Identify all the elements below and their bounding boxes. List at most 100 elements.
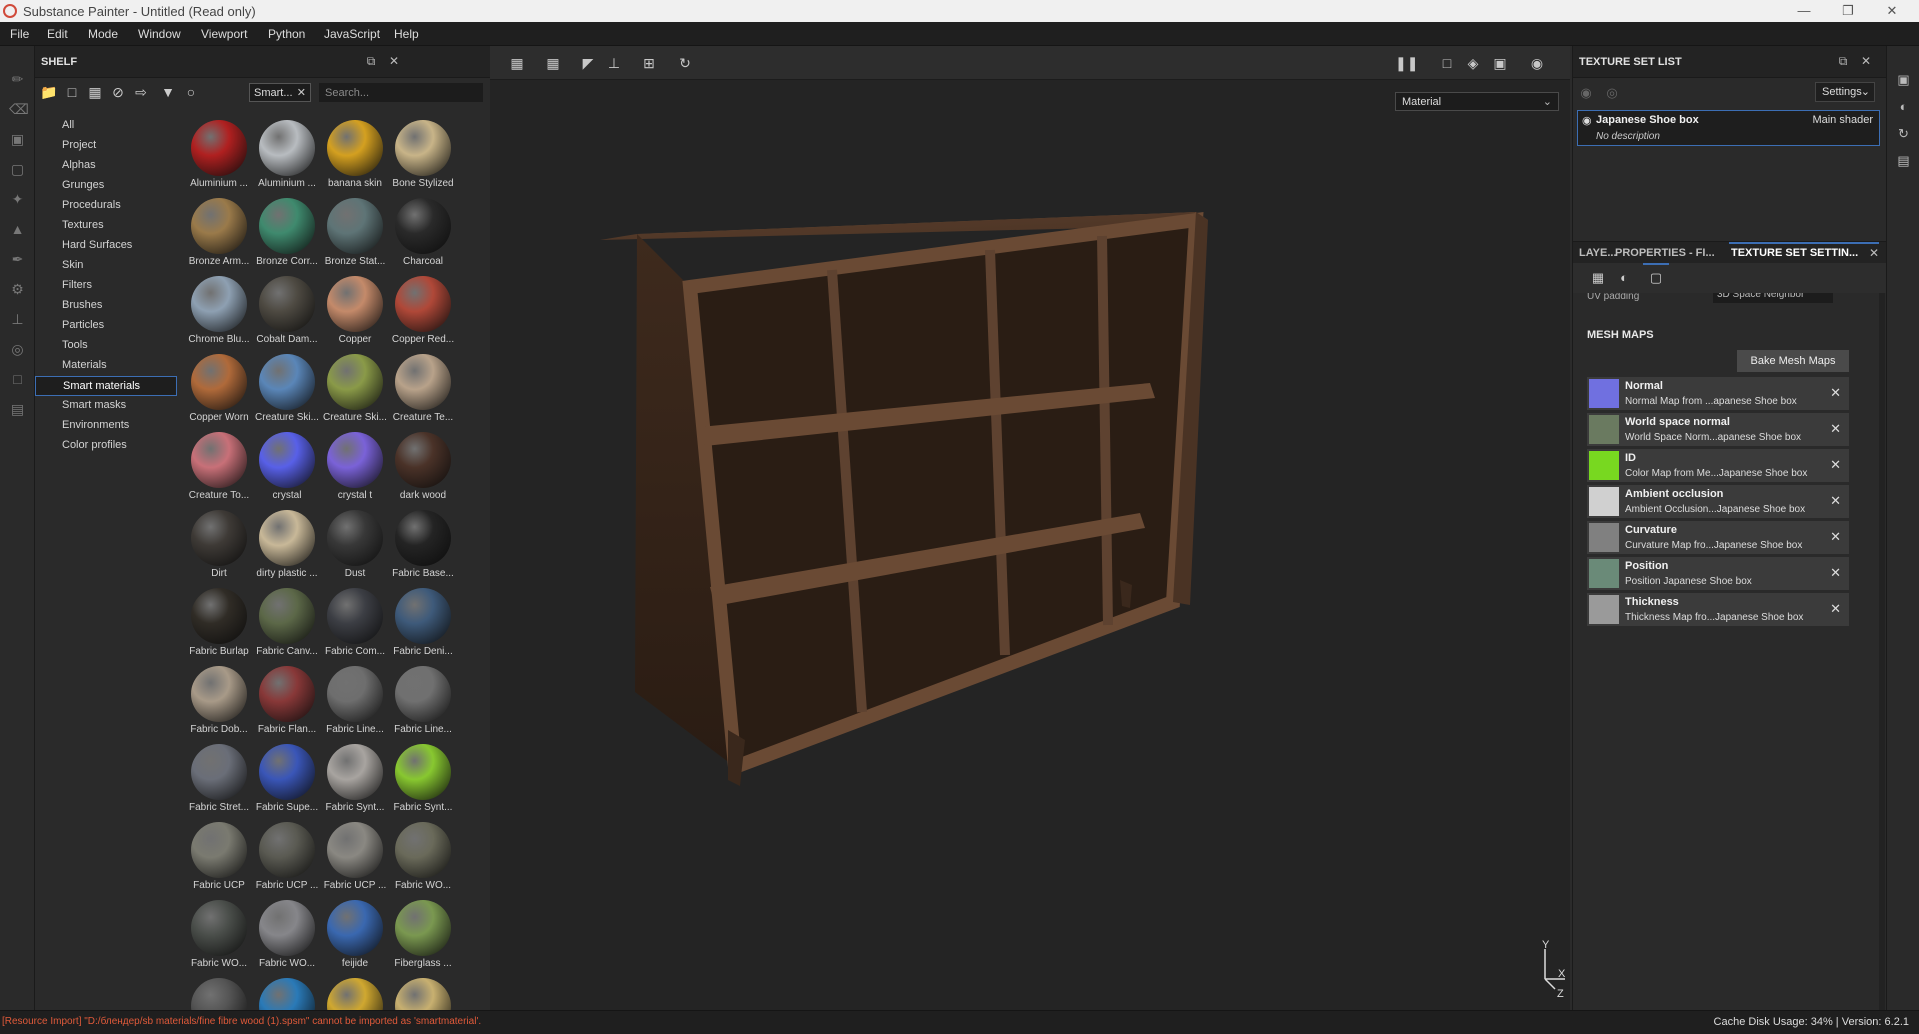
bake-icon[interactable]: ⚙: [9, 281, 26, 298]
smart-material-tile[interactable]: Fabric Burlap: [185, 584, 253, 662]
close-window-button[interactable]: ✕: [1874, 2, 1910, 20]
texture-set-item[interactable]: ◉ Japanese Shoe box Main shader No descr…: [1577, 110, 1880, 146]
remove-map-icon[interactable]: ✕: [1830, 529, 1841, 545]
smart-material-tile[interactable]: Fabric Supe...: [253, 740, 321, 818]
right-panel-scrollbar[interactable]: [1879, 293, 1885, 1010]
smart-material-tile[interactable]: [321, 974, 389, 1010]
menu-help[interactable]: Help: [394, 27, 419, 41]
smart-material-tile[interactable]: Fabric Line...: [321, 662, 389, 740]
color-picker-icon[interactable]: ✒: [9, 251, 26, 268]
remove-map-icon[interactable]: ✕: [1830, 493, 1841, 509]
minimize-button[interactable]: —: [1786, 2, 1822, 20]
smart-material-tile[interactable]: Creature Ski...: [321, 350, 389, 428]
mesh-map-card[interactable]: Thickness Thickness Map fro...Japanese Sh…: [1587, 593, 1849, 626]
smart-material-tile[interactable]: Fabric WO...: [253, 896, 321, 974]
symmetry-icon[interactable]: ◤: [578, 54, 598, 72]
smart-material-tile[interactable]: Fabric Com...: [321, 584, 389, 662]
tab-layers[interactable]: LAYE...: [1579, 247, 1617, 259]
smart-material-tile[interactable]: Aluminium ...: [253, 116, 321, 194]
maximize-button[interactable]: ❐: [1830, 2, 1866, 20]
clone-stamp-icon[interactable]: ▲: [9, 221, 26, 238]
smudge-icon[interactable]: ✦: [9, 191, 26, 208]
grid-mode-icon[interactable]: ▦: [543, 54, 563, 72]
save-icon[interactable]: ▦: [86, 83, 104, 101]
mirror-axis-icon[interactable]: ⊥: [604, 54, 624, 72]
smart-material-tile[interactable]: Bronze Arm...: [185, 194, 253, 272]
close-panel-icon[interactable]: ✕: [1859, 54, 1873, 68]
import-icon[interactable]: ⇨: [132, 83, 150, 101]
texture-set-icon[interactable]: ▦: [1589, 269, 1607, 287]
projection-icon[interactable]: ▣: [9, 131, 26, 148]
viewport-panel[interactable]: ▦ ▦ ◤ ⊥ ⊞ ↻ ❚❚ □ ◈ ▣ ◉ Material ⌄ Y X Z: [490, 46, 1570, 1010]
float-panel-icon[interactable]: ⧉: [364, 54, 378, 68]
3d-view-icon[interactable]: ◈: [1463, 54, 1483, 72]
menu-python[interactable]: Python: [268, 27, 305, 41]
smart-material-tile[interactable]: Fiberglass ...: [389, 896, 457, 974]
category-item[interactable]: Project: [35, 136, 177, 156]
close-shelf-icon[interactable]: ✕: [387, 54, 401, 68]
category-item[interactable]: Filters: [35, 276, 177, 296]
geometry-mask-icon[interactable]: ▢: [9, 161, 26, 178]
smart-material-tile[interactable]: Creature Ski...: [253, 350, 321, 428]
smart-material-tile[interactable]: Fabric UCP ...: [321, 818, 389, 896]
remove-map-icon[interactable]: ✕: [1830, 601, 1841, 617]
smart-material-tile[interactable]: Fabric Synt...: [389, 740, 457, 818]
smart-material-tile[interactable]: Copper: [321, 272, 389, 350]
mesh-map-card[interactable]: ID Color Map from Me...Japanese Shoe box ✕: [1587, 449, 1849, 482]
tab-properties[interactable]: PROPERTIES - FI...: [1615, 247, 1715, 259]
smart-material-tile[interactable]: Fabric WO...: [389, 818, 457, 896]
category-item[interactable]: Smart materials: [35, 376, 177, 396]
shader-icon[interactable]: ◐: [1615, 269, 1633, 287]
new-shelf-icon[interactable]: □: [63, 83, 81, 101]
category-item[interactable]: Brushes: [35, 296, 177, 316]
smart-material-tile[interactable]: Fabric UCP ...: [253, 818, 321, 896]
hide-icon[interactable]: ⊘: [109, 83, 127, 101]
menu-edit[interactable]: Edit: [47, 27, 68, 41]
category-item[interactable]: Materials: [35, 356, 177, 376]
category-item[interactable]: Tools: [35, 336, 177, 356]
smart-material-tile[interactable]: dark wood: [389, 428, 457, 506]
smart-material-tile[interactable]: banana skin: [321, 116, 389, 194]
link-icon[interactable]: ◉: [1577, 84, 1595, 102]
uv-padding-select[interactable]: 3D Space Neighbor: [1713, 293, 1833, 303]
smart-material-tile[interactable]: Fabric UCP: [185, 818, 253, 896]
smart-material-tile[interactable]: Bone Stylized: [389, 116, 457, 194]
remove-filter-icon[interactable]: ✕: [297, 86, 306, 99]
smart-material-tile[interactable]: [389, 974, 457, 1010]
smart-material-tile[interactable]: Fabric Stret...: [185, 740, 253, 818]
category-item[interactable]: Particles: [35, 316, 177, 336]
menu-viewport[interactable]: Viewport: [201, 27, 247, 41]
reset-camera-icon[interactable]: ↻: [675, 54, 695, 72]
smart-material-tile[interactable]: Charcoal: [389, 194, 457, 272]
folder-icon[interactable]: 📁: [40, 83, 58, 101]
smart-material-tile[interactable]: crystal t: [321, 428, 389, 506]
smart-material-tile[interactable]: Fabric Dob...: [185, 662, 253, 740]
smart-material-tile[interactable]: Dirt: [185, 506, 253, 584]
select-frame-icon[interactable]: ▦: [507, 54, 527, 72]
log-icon[interactable]: ▤: [1895, 152, 1912, 169]
float-panel-icon[interactable]: ⧉: [1836, 54, 1850, 68]
uv-icon[interactable]: ▢: [1647, 269, 1665, 287]
smart-material-tile[interactable]: Fabric Canv...: [253, 584, 321, 662]
category-item[interactable]: Grunges: [35, 176, 177, 196]
eraser-icon[interactable]: ⌫: [9, 101, 29, 118]
filter-icon[interactable]: ▼: [159, 83, 177, 101]
shelf-search-input[interactable]: [319, 83, 483, 102]
mesh-map-card[interactable]: Normal Normal Map from ...apanese Shoe bo…: [1587, 377, 1849, 410]
remove-map-icon[interactable]: ✕: [1830, 565, 1841, 581]
measure-icon[interactable]: ⊥: [9, 311, 26, 328]
smart-material-tile[interactable]: Copper Red...: [389, 272, 457, 350]
remove-map-icon[interactable]: ✕: [1830, 385, 1841, 401]
bake-mesh-maps-button[interactable]: Bake Mesh Maps: [1737, 350, 1849, 372]
category-item[interactable]: Procedurals: [35, 196, 177, 216]
menu-file[interactable]: File: [10, 27, 29, 41]
category-item[interactable]: All: [35, 116, 177, 136]
camera-icon[interactable]: ▣: [1490, 54, 1510, 72]
close-tab-icon[interactable]: ✕: [1869, 246, 1879, 260]
mesh-map-card[interactable]: World space normal World Space Norm...apa…: [1587, 413, 1849, 446]
settings-dropdown[interactable]: Settings ⌄: [1815, 82, 1875, 102]
smart-material-tile[interactable]: Cobalt Dam...: [253, 272, 321, 350]
settings-cog-icon[interactable]: ◎: [9, 341, 26, 358]
menu-mode[interactable]: Mode: [88, 27, 118, 41]
menu-javascript[interactable]: JavaScript: [324, 27, 380, 41]
